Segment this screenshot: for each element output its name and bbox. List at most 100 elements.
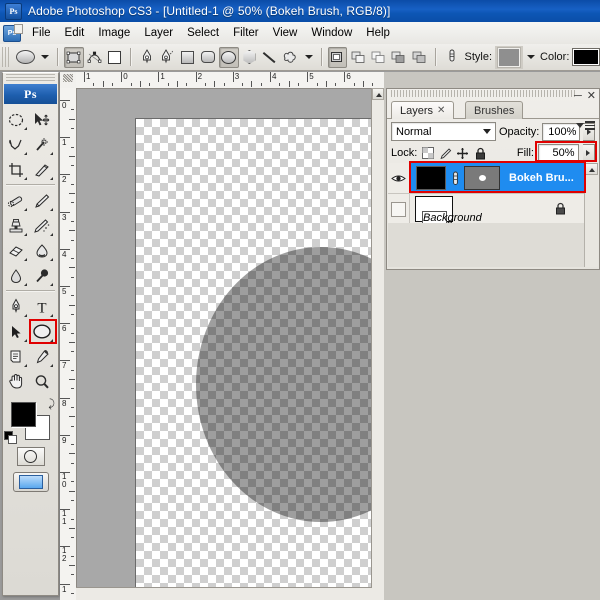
elliptical-marquee-tool[interactable]	[3, 107, 29, 132]
style-chevron-down-icon[interactable]	[527, 55, 536, 59]
ellipse-button[interactable]	[219, 46, 239, 68]
menu-image[interactable]: Image	[91, 25, 137, 41]
custom-shape-chevron-down-icon[interactable]	[304, 55, 313, 59]
exclude-overlapping[interactable]	[389, 47, 408, 68]
screen-mode-button[interactable]	[12, 472, 49, 492]
toolbox-grip[interactable]	[6, 74, 55, 83]
fill-slider-button[interactable]	[582, 144, 595, 162]
shape-layers-button[interactable]	[64, 46, 84, 68]
tool-preset-picker[interactable]	[13, 47, 37, 67]
eraser-tool[interactable]	[3, 238, 29, 263]
document-app-icon[interactable]: Ps	[3, 23, 23, 42]
menu-window[interactable]: Window	[304, 25, 359, 41]
layer-style-icon[interactable]	[442, 47, 461, 68]
rectangle-button[interactable]	[178, 47, 197, 68]
ruler-minor-tick	[69, 416, 75, 418]
bokeh-ellipse-shape[interactable]	[196, 247, 372, 522]
menu-select[interactable]: Select	[180, 25, 226, 41]
menu-filter[interactable]: Filter	[226, 25, 266, 41]
paths-button[interactable]	[85, 47, 104, 68]
options-bar-grip[interactable]	[2, 47, 11, 67]
eyedropper-tool[interactable]	[29, 344, 55, 369]
gradient-tool[interactable]	[29, 238, 55, 263]
pen-tool-button[interactable]	[137, 47, 156, 68]
menu-layer[interactable]: Layer	[137, 25, 180, 41]
clone-stamp-tool[interactable]	[3, 213, 29, 238]
vertical-ruler[interactable]: 01234567891011121	[60, 88, 77, 600]
quick-mask-mode-button[interactable]	[16, 447, 45, 466]
ruler-minor-tick	[71, 369, 74, 371]
fill-pixels-button[interactable]	[105, 47, 124, 68]
lock-transparent-pixels[interactable]	[421, 146, 434, 160]
polygon-button[interactable]	[240, 47, 259, 68]
vector-mask-shape	[478, 175, 486, 181]
type-tool[interactable]: T	[29, 294, 55, 319]
lock-image-pixels[interactable]	[439, 146, 452, 160]
menu-view[interactable]: View	[266, 25, 305, 41]
layer-thumbnail[interactable]	[416, 166, 446, 190]
fill-input[interactable]: 50%	[537, 144, 579, 162]
move-tool[interactable]	[29, 107, 55, 132]
swap-colors-icon[interactable]: ⤸	[48, 398, 55, 411]
crop-tool[interactable]	[3, 157, 29, 182]
foreground-color-swatch[interactable]	[11, 402, 36, 427]
dodge-tool[interactable]	[29, 263, 55, 288]
vector-mask-thumbnail[interactable]	[464, 166, 500, 190]
table-row[interactable]: Background	[388, 194, 584, 236]
layer-list: Bokeh Bru... Background	[388, 161, 586, 236]
panel-menu-button[interactable]	[576, 121, 595, 130]
intersect-shape-areas[interactable]	[369, 47, 388, 68]
menu-edit[interactable]: Edit	[58, 25, 92, 41]
pen-tool[interactable]	[3, 294, 29, 319]
tab-brushes[interactable]: Brushes	[465, 101, 524, 119]
ruler-minor-tick	[167, 83, 169, 86]
ruler-label: 9	[62, 435, 66, 445]
brush-tool[interactable]	[29, 188, 55, 213]
freeform-pen-button[interactable]	[158, 47, 177, 68]
layer-visibility-toggle[interactable]	[388, 194, 410, 224]
scroll-up-arrow-icon[interactable]	[372, 88, 384, 100]
opacity-input[interactable]: 100%	[542, 122, 581, 141]
table-row[interactable]: Bokeh Bru...	[388, 161, 586, 194]
options-bar: Style: Color:	[0, 44, 600, 71]
ruler-origin-corner[interactable]	[60, 72, 77, 89]
custom-shape-button[interactable]	[281, 47, 300, 68]
tab-layers[interactable]: Layers ✕	[391, 101, 455, 119]
lock-position[interactable]	[456, 146, 469, 160]
tab-close-icon[interactable]: ✕	[437, 105, 445, 116]
blur-tool[interactable]	[3, 263, 29, 288]
slice-tool[interactable]	[29, 157, 55, 182]
lock-all[interactable]	[473, 146, 486, 160]
notes-tool[interactable]	[3, 344, 29, 369]
style-picker[interactable]	[495, 45, 524, 69]
tool-row-2	[3, 132, 58, 157]
color-swatch[interactable]	[572, 48, 600, 66]
healing-brush-tool[interactable]	[3, 188, 29, 213]
document-canvas[interactable]	[135, 118, 372, 588]
history-brush-tool[interactable]	[29, 213, 55, 238]
line-button[interactable]	[260, 47, 279, 68]
zoom-tool[interactable]	[29, 369, 55, 394]
document-vertical-scrollbar[interactable]	[371, 88, 384, 600]
menu-file[interactable]: File	[25, 25, 58, 41]
layers-scroll-up-arrow-icon[interactable]	[585, 163, 598, 175]
link-icon[interactable]	[449, 171, 461, 186]
rounded-rectangle-button[interactable]	[199, 47, 218, 68]
hand-tool[interactable]	[3, 369, 29, 394]
screen-mode-controls	[3, 472, 58, 492]
menu-help[interactable]: Help	[359, 25, 397, 41]
add-to-shape-area[interactable]	[327, 46, 348, 68]
layers-vertical-scrollbar[interactable]	[584, 163, 598, 267]
layer-visibility-toggle[interactable]	[388, 163, 410, 193]
path-selection-tool[interactable]	[3, 319, 29, 344]
subtract-from-shape-area[interactable]	[348, 47, 367, 68]
panel-grip[interactable]	[391, 90, 577, 97]
default-colors-icon[interactable]	[4, 431, 17, 444]
horizontal-ruler[interactable]: 1 0 1 2 3 4 5 6	[76, 72, 384, 89]
magic-wand-tool[interactable]	[29, 132, 55, 157]
combine-shapes[interactable]	[410, 47, 429, 68]
tool-preset-chevron-down-icon[interactable]	[41, 55, 50, 59]
document-horizontal-scrollbar[interactable]	[76, 587, 372, 600]
lasso-tool[interactable]	[3, 132, 29, 157]
blend-mode-select[interactable]: Normal	[391, 122, 496, 141]
